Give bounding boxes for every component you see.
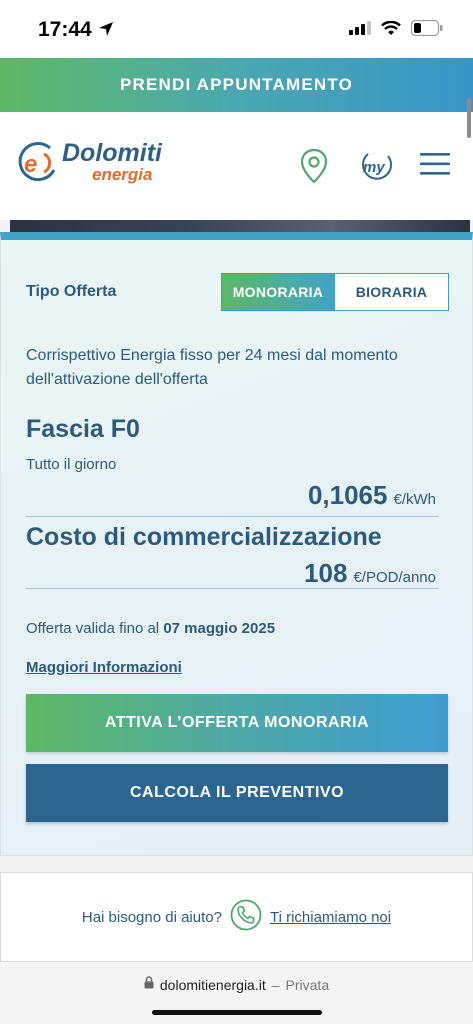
phone-icon[interactable] bbox=[230, 899, 262, 936]
commercialization-cost-title: Costo di commercializzazione bbox=[26, 523, 382, 551]
validity-prefix: Offerta valida fino al bbox=[26, 620, 160, 637]
offer-type-label: Tipo Offerta bbox=[26, 283, 117, 300]
location-pin-icon[interactable] bbox=[300, 148, 328, 189]
offer-description: Corrispettivo Energia fisso per 24 mesi … bbox=[26, 347, 398, 388]
offer-validity: Offerta valida fino al 07 maggio 2025 bbox=[26, 620, 275, 637]
divider bbox=[26, 588, 438, 589]
logo-main-text: Dolomiti bbox=[62, 139, 162, 167]
home-indicator[interactable] bbox=[152, 1010, 322, 1015]
offer-type-toggle: MONORARIA BIORARIA bbox=[221, 273, 449, 311]
url-domain: dolomitienergia.it bbox=[159, 977, 266, 993]
hamburger-menu-icon[interactable] bbox=[420, 152, 450, 181]
calculate-quote-button[interactable]: CALCOLA IL PREVENTIVO bbox=[26, 764, 448, 822]
activate-offer-button[interactable]: ATTIVA L’OFFERTA MONORARIA bbox=[26, 694, 448, 752]
status-bar: 17:44 bbox=[0, 0, 473, 58]
bioraria-tab[interactable]: BIORARIA bbox=[335, 273, 449, 311]
monoraria-tab[interactable]: MONORARIA bbox=[221, 273, 335, 311]
location-arrow-icon bbox=[98, 21, 114, 42]
commercialization-cost-unit: €/POD/anno bbox=[353, 569, 436, 586]
browser-url-bar[interactable]: dolomitienergia.it – Privata bbox=[0, 962, 473, 1024]
dolomiti-energia-logo[interactable]: e Dolomiti energia bbox=[18, 140, 162, 184]
callback-link[interactable]: Ti richiamiamo noi bbox=[270, 909, 391, 926]
commercialization-cost: 108 €/POD/anno bbox=[304, 558, 436, 589]
status-indicators bbox=[349, 19, 443, 41]
divider bbox=[26, 516, 438, 517]
fascia-subtitle: Tutto il giorno bbox=[26, 456, 117, 473]
logo-mark-icon: e bbox=[18, 142, 56, 181]
site-header: e Dolomiti energia my bbox=[0, 98, 473, 220]
energy-price-unit: €/kWh bbox=[393, 491, 436, 508]
energy-price-value: 0,1065 bbox=[307, 480, 388, 510]
signal-icon bbox=[349, 21, 371, 40]
scrollbar-thumb[interactable] bbox=[467, 98, 471, 138]
lock-icon bbox=[144, 976, 154, 994]
hero-image-strip bbox=[10, 220, 470, 232]
svg-text:my: my bbox=[363, 159, 385, 176]
private-mode-label: Privata bbox=[285, 977, 330, 993]
help-box: Hai bisogno di aiuto? Ti richiamiamo noi bbox=[0, 872, 473, 962]
svg-text:e: e bbox=[24, 151, 37, 178]
logo-sub-text: energia bbox=[92, 165, 153, 184]
more-info-link[interactable]: Maggiori Informazioni bbox=[26, 659, 182, 676]
energy-price: 0,1065 €/kWh bbox=[308, 480, 436, 511]
my-account-icon[interactable]: my bbox=[358, 148, 394, 189]
offer-card: Tipo Offerta MONORARIA BIORARIA Corrispe… bbox=[0, 232, 473, 856]
appointment-banner-label: PRENDI APPUNTAMENTO bbox=[119, 75, 354, 94]
wifi-icon bbox=[381, 20, 401, 41]
fascia-title: Fascia F0 bbox=[26, 415, 140, 443]
battery-icon bbox=[410, 19, 443, 41]
commercialization-cost-value: 108 bbox=[304, 558, 348, 588]
validity-date: 07 maggio 2025 bbox=[163, 620, 276, 637]
appointment-banner[interactable]: PRENDI APPUNTAMENTO bbox=[0, 58, 473, 112]
url-separator: – bbox=[271, 977, 280, 993]
status-time: 17:44 bbox=[38, 18, 92, 41]
help-question: Hai bisogno di aiuto? bbox=[81, 908, 222, 926]
